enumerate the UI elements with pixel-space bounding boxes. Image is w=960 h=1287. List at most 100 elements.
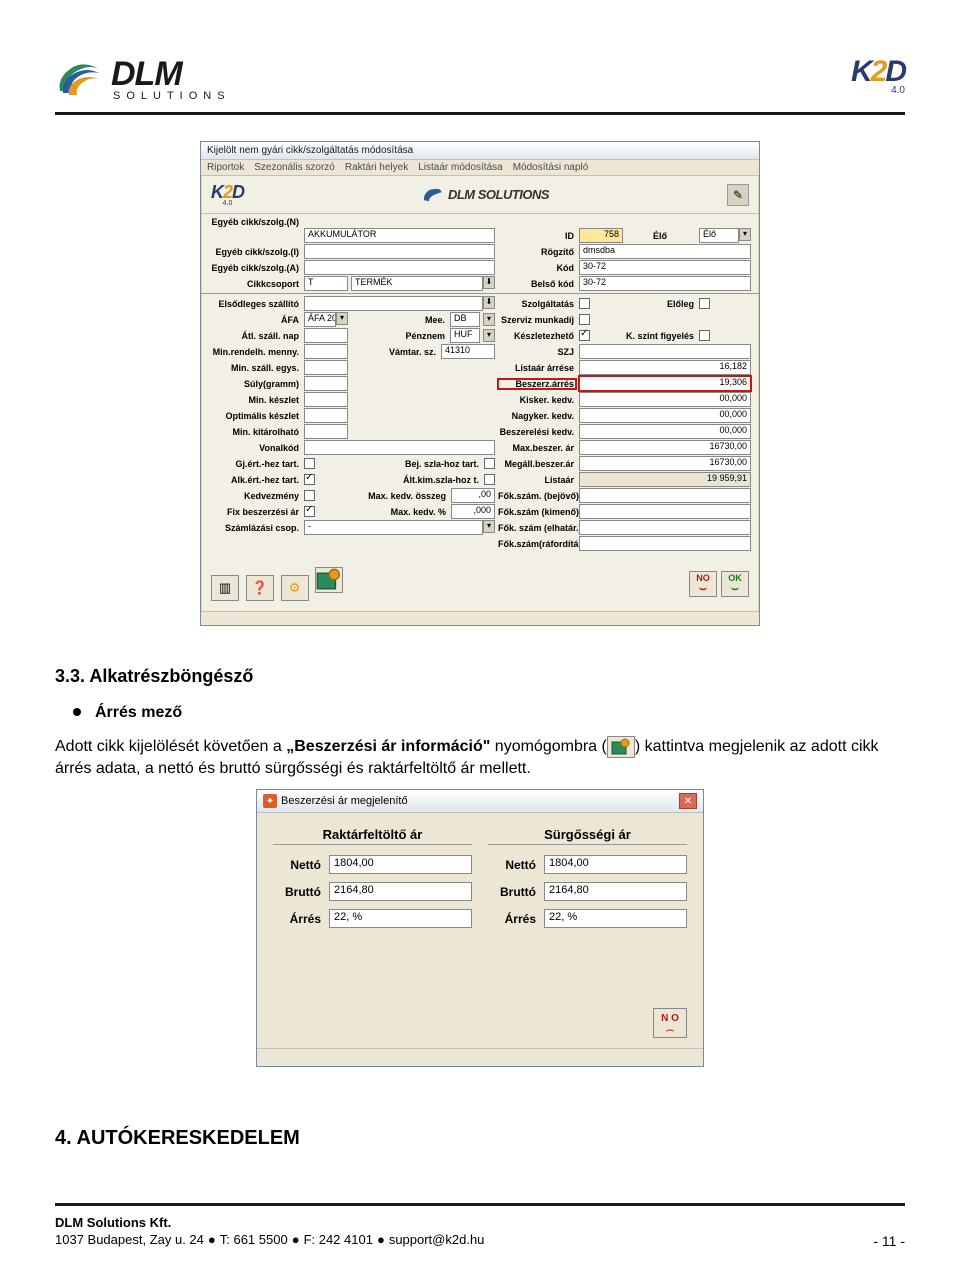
chevron-down-icon[interactable]: ▾ [336, 312, 348, 325]
fld-minrend[interactable] [304, 344, 348, 359]
lbl-szamcsop: Számlázási csop. [209, 523, 301, 533]
help-icon[interactable]: ❓ [246, 575, 274, 601]
window-logo-row: K2D 4.0 DLM SOLUTIONS ✎ [201, 176, 759, 214]
menu-listaar[interactable]: Listaár módosítása [418, 162, 503, 173]
price-info-icon[interactable] [315, 567, 343, 593]
chevron-down-icon[interactable]: ▾ [483, 313, 495, 326]
edit-icon[interactable]: ✎ [727, 184, 749, 206]
chk-szolgaltatas[interactable] [579, 298, 590, 309]
fld-maxkedvp[interactable]: ,000 [451, 504, 495, 519]
lbl-bej: Bej. szla-hoz tart. [351, 459, 481, 469]
chevron-down-icon[interactable]: ▾ [483, 329, 495, 342]
fld-nagyker[interactable]: 00,000 [579, 408, 751, 423]
heading-4: 4. AUTÓKERESKEDELEM [55, 1127, 905, 1150]
chk-keszlet[interactable] [579, 330, 590, 341]
fld-afa[interactable]: ÁFA 20% [304, 312, 336, 327]
barcode-icon[interactable]: ▥ [211, 575, 239, 601]
price-info-icon [607, 736, 635, 758]
col-raktar: Raktárfeltöltő ár Nettó1804,00 Bruttó216… [273, 827, 472, 936]
fld-vamtar[interactable]: 41310 [441, 344, 495, 359]
chk-altkim[interactable] [484, 474, 495, 485]
down-arrow-icon[interactable]: ⬇ [483, 296, 495, 309]
popup-no-button[interactable]: N O ⌢ [653, 1008, 687, 1038]
chk-gjert[interactable] [304, 458, 315, 469]
lbl-minszall: Min. száll. egys. [209, 363, 301, 373]
dlm-sub: SOLUTIONS [113, 90, 231, 102]
lbl-id: ID [498, 231, 576, 241]
fld-kod[interactable]: 30-72 [579, 260, 751, 275]
lbl-afa: ÁFA [209, 315, 301, 325]
fld-egyeb-a[interactable] [304, 260, 495, 275]
fld-fokraford[interactable] [579, 536, 751, 551]
fld-fokbejovo[interactable] [579, 488, 751, 503]
fld-szj[interactable] [579, 344, 751, 359]
fld-fokelhat[interactable] [579, 520, 751, 535]
lbl-maxbeszer: Max.beszer. ár [498, 443, 576, 453]
lbl-listaar: Listaár [498, 475, 576, 485]
down-arrow-icon[interactable]: ⬇ [483, 276, 495, 289]
fld-megall[interactable]: 16730,00 [579, 456, 751, 471]
fld-egyeb-n[interactable]: AKKUMULÁTOR [304, 228, 495, 243]
chk-alkert[interactable] [304, 474, 315, 485]
fld-beszerel[interactable]: 00,000 [579, 424, 751, 439]
fld-egyeb-i[interactable] [304, 244, 495, 259]
fld-minkitar[interactable] [304, 424, 348, 439]
lbl-optkeszlet: Optimális készlet [209, 411, 301, 421]
fld-vonalkod[interactable] [304, 440, 495, 455]
chk-fixbesz[interactable] [304, 506, 315, 517]
heading-3-3: 3.3. Alkatrészböngésző [55, 664, 905, 688]
menu-raktari[interactable]: Raktári helyek [345, 162, 408, 173]
fld-minszall[interactable] [304, 360, 348, 375]
menu-naplo[interactable]: Módosítási napló [513, 162, 589, 173]
lbl-kisker: Kisker. kedv. [498, 395, 576, 405]
fld-elsodleges[interactable] [304, 296, 483, 311]
fld-atl[interactable] [304, 328, 348, 343]
footer-tel: T: 661 5500 [220, 1232, 288, 1247]
lbl-egyeb-n: Egyéb cikk/szolg.(N) [209, 217, 301, 227]
ok-button[interactable]: OK⌣ [721, 571, 749, 597]
lbl-fokkimeno: Fők.szám (kimenő) [498, 507, 576, 517]
lbl-vonalkod: Vonalkód [209, 443, 301, 453]
chk-bej[interactable] [484, 458, 495, 469]
dlm-brand: DLM [111, 55, 231, 94]
menu-szezonalis[interactable]: Szezonális szorzó [254, 162, 335, 173]
col-surgossegi: Sürgősségi ár Nettó1804,00 Bruttó2164,80… [488, 827, 687, 936]
lbl-szolgaltatas: Szolgáltatás [498, 299, 576, 309]
footer-addr: 1037 Budapest, Zay u. 24 [55, 1232, 204, 1247]
fld-optkeszlet[interactable] [304, 408, 348, 423]
fld-listaar: 19 959,91 [579, 472, 751, 487]
no-button[interactable]: NO⌣ [689, 571, 717, 597]
lbl-belsokod: Belső kód [498, 279, 576, 289]
fld-penznem[interactable]: HUF [450, 328, 480, 343]
chk-szerviz[interactable] [579, 314, 590, 325]
fld-minkeszlet[interactable] [304, 392, 348, 407]
close-icon[interactable]: ✕ [679, 793, 697, 809]
lbl-kod: Kód [498, 263, 576, 273]
chk-eloleg[interactable] [699, 298, 710, 309]
fld-maxbeszer[interactable]: 16730,00 [579, 440, 751, 455]
fld-elo[interactable]: Élő [699, 228, 739, 243]
lbl-egyeb-a: Egyéb cikk/szolg.(A) [209, 263, 301, 273]
fld-maxkedvo[interactable]: ,00 [451, 488, 495, 503]
settings-icon[interactable]: ⚙ [281, 575, 309, 601]
fld-fokkimeno[interactable] [579, 504, 751, 519]
fld-mee[interactable]: DB [450, 312, 480, 327]
fld-cikkcsoport[interactable]: TERMÉK [351, 276, 483, 291]
fld-suly[interactable] [304, 376, 348, 391]
chk-kszint[interactable] [699, 330, 710, 341]
chevron-down-icon[interactable]: ▾ [739, 228, 751, 241]
fld-kisker[interactable]: 00,000 [579, 392, 751, 407]
fld-brutto-1: 2164,80 [329, 882, 472, 901]
fld-szamcsop[interactable]: - [304, 520, 483, 535]
fld-listaarr[interactable]: 16,182 [579, 360, 751, 375]
lbl-kszint: K. szint figyelés [626, 331, 696, 341]
fld-cikkcsoport-code[interactable]: T [304, 276, 348, 291]
lbl-fokelhat: Fők. szám (elhatár.) [498, 523, 576, 533]
popup-title: Beszerzési ár megjelenítő [281, 795, 408, 807]
fld-beszarr[interactable]: 19,306 [579, 376, 751, 391]
chevron-down-icon[interactable]: ▾ [483, 520, 495, 533]
chk-kedv[interactable] [304, 490, 315, 501]
fld-belsokod[interactable]: 30-72 [579, 276, 751, 291]
menu-riportok[interactable]: Riportok [207, 162, 244, 173]
lbl-atl: Átl. száll. nap [209, 331, 301, 341]
